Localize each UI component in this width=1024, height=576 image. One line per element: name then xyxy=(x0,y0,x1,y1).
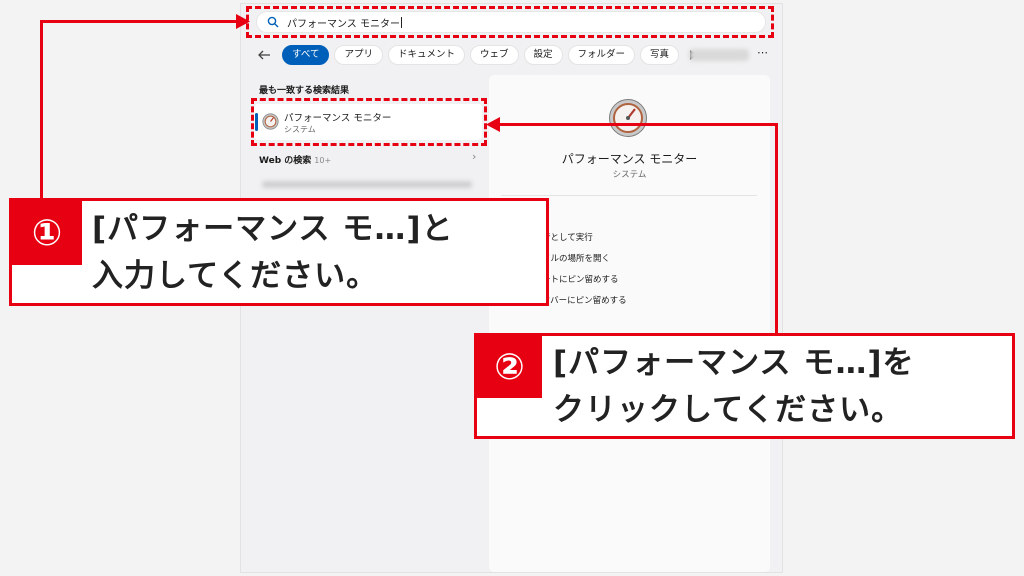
callout-line: [パフォーマンス モ…]と xyxy=(92,211,454,247)
search-highlight-box xyxy=(246,6,774,38)
callout-step-2: ② [パフォーマンス モ…]を クリックしてください。 xyxy=(474,333,1015,439)
callout-line: クリックしてください。 xyxy=(553,392,904,428)
callout-line: [パフォーマンス モ…]を xyxy=(553,345,915,381)
arrow-head-icon xyxy=(236,14,250,29)
best-match-heading: 最も一致する検索結果 xyxy=(259,86,350,96)
connector-line-2 xyxy=(775,123,778,336)
step-number: ② xyxy=(477,336,542,398)
callout-step-1: ① [パフォーマンス モ…]と 入力してください。 xyxy=(9,198,549,306)
callout-line: 入力してください。 xyxy=(92,258,379,294)
step-number: ① xyxy=(12,201,82,265)
arrow-head-icon xyxy=(486,117,500,132)
web-search-label: Web の検索 xyxy=(259,156,312,166)
connector-line-1 xyxy=(40,20,246,23)
filter-bar: すべて アプリ ドキュメント ウェブ 設定 フォルダー 写真 ⋯ xyxy=(256,44,771,66)
connector-line-2 xyxy=(496,123,778,126)
result-highlight-box xyxy=(251,98,487,146)
detail-divider xyxy=(501,195,757,196)
detail-title: パフォーマンス モニター xyxy=(561,152,698,166)
tab-web[interactable]: ウェブ xyxy=(470,45,519,65)
tab-apps[interactable]: アプリ xyxy=(334,45,383,65)
detail-subtitle: システム xyxy=(612,170,647,180)
account-name-blurred xyxy=(689,49,749,61)
chevron-right-icon[interactable]: › xyxy=(472,150,476,163)
tab-settings[interactable]: 設定 xyxy=(523,45,563,65)
web-result-count: 10+ xyxy=(314,156,332,165)
tab-documents[interactable]: ドキュメント xyxy=(387,45,465,65)
back-arrow-icon[interactable] xyxy=(256,47,272,63)
performance-monitor-large-icon xyxy=(609,99,647,137)
tab-photos[interactable]: 写真 xyxy=(640,45,680,65)
connector-line-1 xyxy=(40,20,43,201)
more-options-button[interactable]: ⋯ xyxy=(757,46,768,59)
blurred-web-result xyxy=(262,181,472,188)
web-search-heading: Web の検索 10+ xyxy=(259,153,331,166)
tab-all[interactable]: すべて xyxy=(282,45,330,65)
tab-folders[interactable]: フォルダー xyxy=(567,45,636,65)
